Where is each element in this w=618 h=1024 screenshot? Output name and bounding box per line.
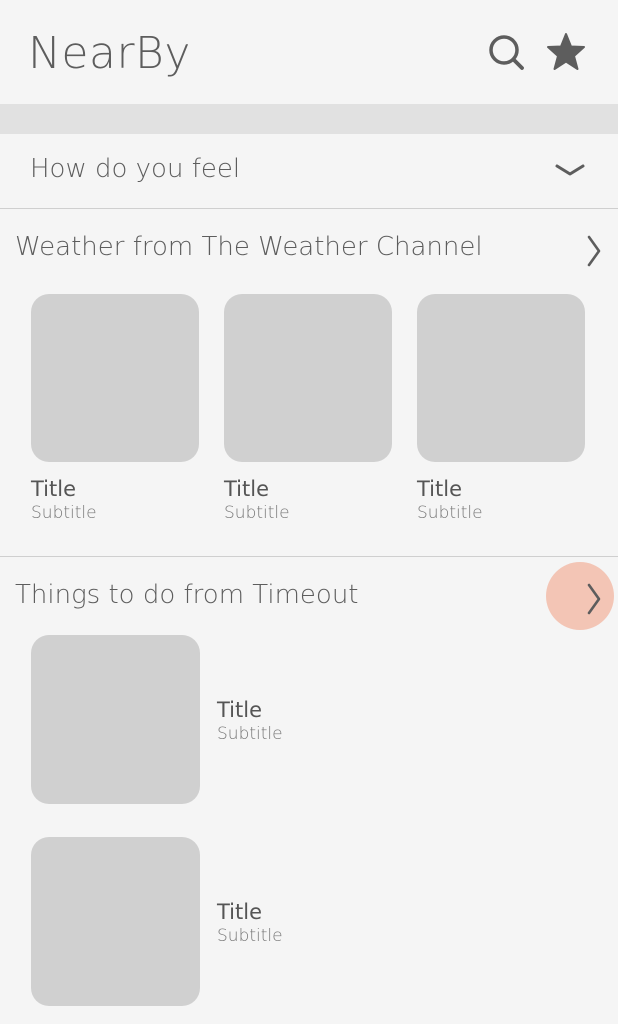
- card-title: Title: [224, 477, 270, 501]
- list-item[interactable]: Title Subtitle: [31, 837, 591, 1007]
- list-item-thumbnail: [31, 635, 200, 804]
- section-divider: [0, 556, 618, 557]
- weather-card[interactable]: Title Subtitle: [31, 294, 199, 524]
- card-subtitle: Subtitle: [417, 503, 483, 523]
- star-icon[interactable]: [546, 32, 586, 72]
- list-item-subtitle: Subtitle: [217, 926, 283, 946]
- mood-dropdown-label: How do you feel: [30, 154, 241, 184]
- card-thumbnail: [417, 294, 585, 462]
- list-item-title: Title: [217, 900, 263, 924]
- weather-section-title: Weather from The Weather Channel: [15, 232, 483, 262]
- nearby-app: NearBy How do you feel Weather from The …: [0, 0, 618, 1024]
- weather-card[interactable]: Title Subtitle: [417, 294, 585, 524]
- card-title: Title: [31, 477, 77, 501]
- chevron-right-icon[interactable]: [584, 234, 606, 268]
- card-subtitle: Subtitle: [224, 503, 290, 523]
- list-item-title: Title: [217, 698, 263, 722]
- weather-card[interactable]: Title Subtitle: [224, 294, 392, 524]
- app-title: NearBy: [28, 28, 191, 79]
- list-item-subtitle: Subtitle: [217, 724, 283, 744]
- card-thumbnail: [31, 294, 199, 462]
- list-item-thumbnail: [31, 837, 200, 1006]
- chevron-down-icon: [555, 164, 585, 176]
- mood-dropdown[interactable]: How do you feel: [0, 134, 618, 209]
- chevron-right-icon[interactable]: [584, 582, 606, 616]
- list-item[interactable]: Title Subtitle: [31, 635, 591, 805]
- things-section-header[interactable]: Things to do from Timeout: [0, 560, 618, 630]
- header-divider: [0, 104, 618, 134]
- search-icon[interactable]: [486, 32, 526, 72]
- card-thumbnail: [224, 294, 392, 462]
- card-subtitle: Subtitle: [31, 503, 97, 523]
- card-title: Title: [417, 477, 463, 501]
- weather-section-header[interactable]: Weather from The Weather Channel: [0, 212, 618, 282]
- things-section-title: Things to do from Timeout: [15, 580, 359, 610]
- app-header: NearBy: [0, 0, 618, 104]
